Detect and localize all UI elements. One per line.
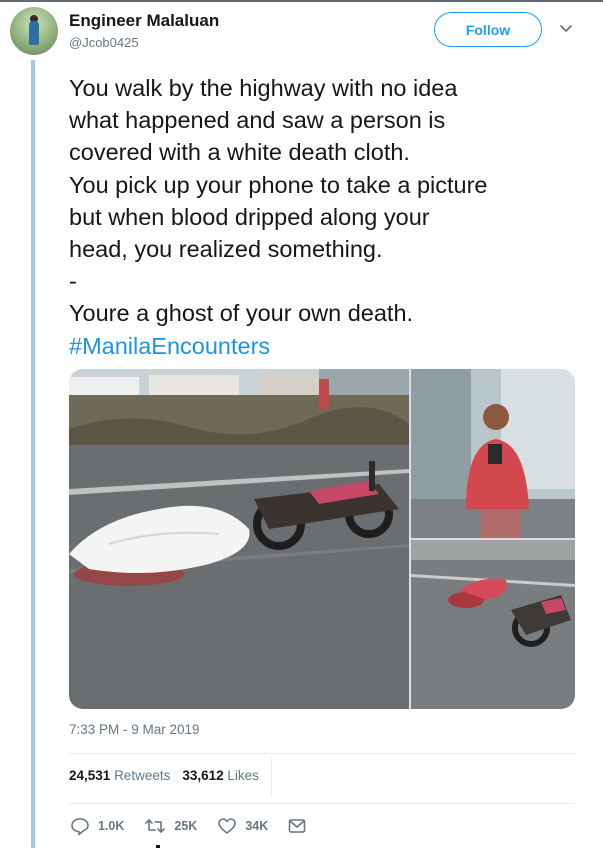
action-bar: 1.0K 25K 34K [70,815,334,837]
tweet-line: You pick up your phone to take a picture [69,171,488,198]
retweet-count: 25K [174,819,198,833]
tweet-line: Youre a ghost of your own death. [69,300,414,327]
reply-button[interactable]: 1.0K [70,816,124,836]
reply-count: 1.0K [98,819,125,833]
retweets-label: Retweets [114,768,171,783]
retweets-stat[interactable]: 24,531 Retweets [69,768,170,783]
photo-man-with-phone[interactable] [411,369,575,538]
photo-body-on-road[interactable] [411,540,575,709]
retweet-button[interactable]: 25K [144,816,197,836]
heart-icon [218,818,237,834]
retweet-icon [145,819,166,833]
follow-button[interactable]: Follow [434,12,542,47]
avatar[interactable] [10,7,58,55]
like-count: 34K [245,819,269,833]
message-icon [288,819,306,833]
media-grid [69,369,575,709]
like-button[interactable]: 34K [217,816,268,836]
likes-label: Likes [227,768,259,783]
reply-icon [71,818,89,836]
divider [69,753,575,754]
direct-message-button[interactable] [288,818,314,834]
avatar-figure-body [29,21,39,45]
thread-line [31,60,35,848]
tweet-line: but when blood dripped along your [69,203,430,230]
hashtag-link[interactable]: #ManilaEncounters [69,330,594,362]
chevron-down-icon[interactable] [559,24,573,34]
photo-road-accident[interactable] [69,369,409,709]
tweet-line: covered with a white death cloth. [69,139,410,166]
tweet-line: head, you realized something. [69,236,383,263]
likes-stat[interactable]: 33,612 Likes [182,768,259,783]
tweet-line: what happened and saw a person is [69,107,446,134]
likes-count: 33,612 [182,768,224,783]
tweet-text: You walk by the highway with no idea wha… [69,72,594,362]
tweet-line: You walk by the highway with no idea [69,75,458,101]
tweet-timestamp[interactable]: 7:33 PM - 9 Mar 2019 [69,722,200,737]
user-handle[interactable]: @Jcob0425 [69,35,139,50]
divider [69,803,575,804]
retweets-count: 24,531 [69,768,111,783]
stats-divider [271,758,272,796]
window-top-border [0,0,603,2]
tweet-stats: 24,531 Retweets 33,612 Likes [69,768,259,783]
tweet-line: - [69,268,77,295]
display-name[interactable]: Engineer Malaluan [69,11,219,31]
